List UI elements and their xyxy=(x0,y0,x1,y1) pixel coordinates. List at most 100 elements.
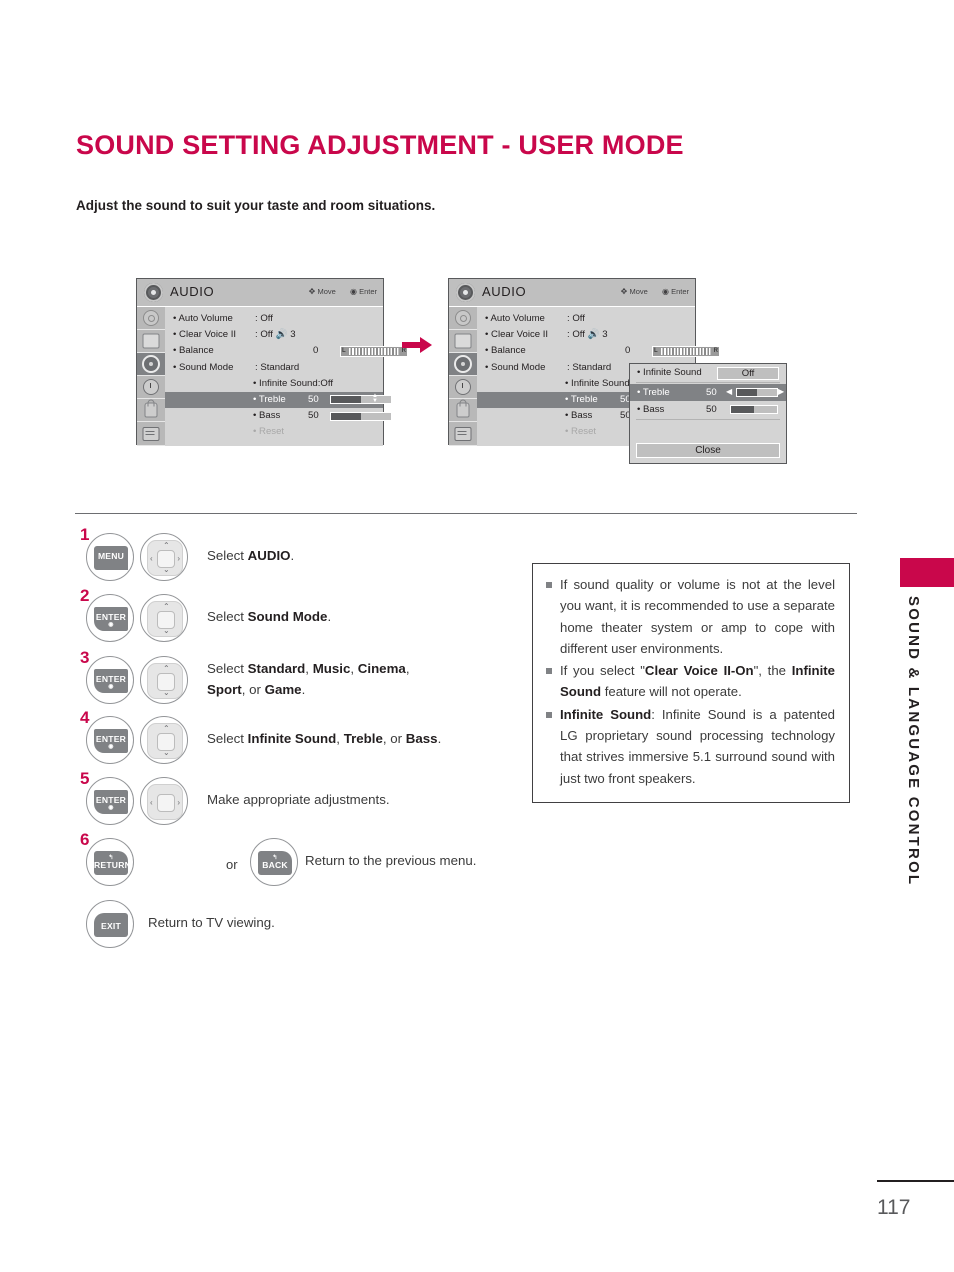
popup-row-infinite-sound[interactable]: • Infinite Sound Off xyxy=(630,364,786,381)
osd-menu-audio-primary: AUDIO ✥ Move ◉ Enter • Auto Volume : Off… xyxy=(136,278,408,446)
chevron-down-icon[interactable]: ⌄ xyxy=(163,689,170,697)
osd-row-label: • Treble xyxy=(565,393,598,405)
osd-tab-lock[interactable] xyxy=(449,399,477,423)
balance-gauge[interactable]: L R xyxy=(652,345,720,357)
right-caret-icon[interactable]: ▶ xyxy=(778,387,784,397)
osd-tab-time[interactable] xyxy=(449,376,477,400)
osd-row-infinite-sound[interactable]: • Infinite Sound:Off xyxy=(165,376,383,392)
remote-key-enter[interactable]: ENTER ◉ xyxy=(86,716,134,764)
osd-title: AUDIO xyxy=(482,284,527,299)
remote-key-enter[interactable]: ENTER ◉ xyxy=(86,594,134,642)
dpad-center[interactable] xyxy=(157,794,175,812)
exit-button[interactable]: EXIT xyxy=(94,913,128,937)
remote-dpad-updown[interactable]: ⌃ ⌄ xyxy=(140,594,188,642)
popup-bass-slider-fill xyxy=(731,406,754,413)
osd-row-sound-mode[interactable]: • Sound Mode : Standard xyxy=(165,360,383,376)
dpad[interactable]: ‹ › xyxy=(147,784,183,820)
popup-divider xyxy=(636,382,780,383)
remote-dpad-leftright[interactable]: ‹ › xyxy=(140,777,188,825)
osd-tab-option[interactable] xyxy=(137,422,165,446)
enter-button[interactable]: ENTER ◉ xyxy=(94,790,128,814)
osd-header: AUDIO ✥ Move ◉ Enter xyxy=(449,279,695,307)
menu-button[interactable]: MENU xyxy=(94,546,128,570)
osd-row-label: • Auto Volume xyxy=(485,313,545,324)
treble-slider[interactable] xyxy=(330,395,392,405)
bass-slider[interactable] xyxy=(330,411,392,421)
remote-key-enter[interactable]: ENTER ◉ xyxy=(86,656,134,704)
audio-logo-icon xyxy=(144,283,163,302)
chevron-down-icon[interactable]: ⌄ xyxy=(163,566,170,574)
osd-row-auto-volume[interactable]: • Auto Volume : Off xyxy=(477,311,695,327)
osd-row-auto-volume[interactable]: • Auto Volume : Off xyxy=(165,311,383,327)
chevron-up-icon[interactable]: ⌃ xyxy=(163,603,170,611)
picture-icon xyxy=(143,310,159,327)
osd-tab-audio[interactable] xyxy=(137,353,165,377)
popup-bass-slider[interactable] xyxy=(730,405,778,414)
enter-button[interactable]: ENTER ◉ xyxy=(94,669,128,693)
chevron-up-icon[interactable]: ⌃ xyxy=(163,725,170,733)
updown-arrows-icon[interactable]: ▲ ▼ xyxy=(371,393,379,406)
enter-dot-icon: ◉ xyxy=(108,622,114,628)
remote-dpad-updown[interactable]: ⌃ ⌄ xyxy=(140,656,188,704)
osd-tab-time[interactable] xyxy=(137,376,165,400)
osd-row-label: • Balance xyxy=(485,345,526,357)
back-button[interactable]: ↰ BACK xyxy=(258,851,292,875)
remote-key-back[interactable]: ↰ BACK xyxy=(250,838,298,886)
remote-dpad-fourway[interactable]: ⌃ ⌄ ‹ › xyxy=(140,533,188,581)
page-title: SOUND SETTING ADJUSTMENT - USER MODE xyxy=(76,130,684,160)
return-button[interactable]: ↰ RETURN xyxy=(94,851,132,875)
chevron-down-icon[interactable]: ⌄ xyxy=(163,749,170,757)
left-caret-icon[interactable]: ◀ xyxy=(726,387,732,397)
osd-tab-audio[interactable] xyxy=(449,353,477,377)
osd-treble-value: 50 xyxy=(308,393,319,405)
osd-row-treble[interactable]: • Treble 50 ▲ ▼ xyxy=(165,391,392,409)
remote-key-return[interactable]: ↰ RETURN xyxy=(86,838,134,886)
osd-row-label: • Auto Volume xyxy=(173,313,233,324)
enter-button[interactable]: ENTER ◉ xyxy=(94,607,128,631)
step-number: 1 xyxy=(80,525,90,544)
osd-tab-screen[interactable] xyxy=(137,330,165,354)
chevron-down-icon[interactable]: ⌄ xyxy=(163,627,170,635)
popup-row-bass[interactable]: • Bass 50 xyxy=(630,401,786,418)
enter-button[interactable]: ENTER ◉ xyxy=(94,729,128,753)
osd-tab-picture[interactable] xyxy=(137,307,165,331)
dpad[interactable]: ⌃ ⌄ xyxy=(147,601,183,637)
enter-dot-icon: ◉ xyxy=(661,287,669,296)
balance-gauge[interactable]: L R xyxy=(340,345,408,357)
dpad[interactable]: ⌃ ⌄ xyxy=(147,663,183,699)
popup-row-treble[interactable]: • Treble 50 ◀ ▶ xyxy=(630,384,786,401)
chevron-up-icon[interactable]: ⌃ xyxy=(163,665,170,673)
osd-row-clear-voice[interactable]: • Clear Voice II : Off 🔊 3 xyxy=(165,327,383,343)
osd-row-bass[interactable]: • Bass 50 xyxy=(165,408,392,424)
chevron-left-icon[interactable]: ‹ xyxy=(150,555,153,563)
popup-close-button[interactable]: Close xyxy=(636,443,780,458)
dpad[interactable]: ⌃ ⌄ xyxy=(147,723,183,759)
time-icon xyxy=(143,379,159,396)
osd-row-balance[interactable]: • Balance 0 L R xyxy=(165,343,408,359)
chevron-up-icon[interactable]: ⌃ xyxy=(163,542,170,550)
return-button-label: RETURN xyxy=(94,860,132,870)
osd-tab-option[interactable] xyxy=(449,422,477,446)
popup-treble-slider[interactable] xyxy=(736,388,778,397)
step-description: Select Sound Mode. xyxy=(207,609,332,624)
remote-dpad-updown[interactable]: ⌃ ⌄ xyxy=(140,716,188,764)
osd-row-clear-voice[interactable]: • Clear Voice II : Off 🔊 3 xyxy=(477,327,695,343)
osd-row-balance[interactable]: • Balance 0 L R xyxy=(477,343,720,359)
osd-row-reset[interactable]: • Reset xyxy=(165,424,383,440)
osd-row-label: • Clear Voice II xyxy=(485,329,549,341)
step-number: 4 xyxy=(80,708,90,727)
chevron-right-icon[interactable]: › xyxy=(177,555,180,563)
osd-tab-picture[interactable] xyxy=(449,307,477,331)
remote-key-enter[interactable]: ENTER ◉ xyxy=(86,777,134,825)
chevron-left-icon[interactable]: ‹ xyxy=(150,799,153,807)
balance-ticks xyxy=(661,347,711,355)
osd-tab-screen[interactable] xyxy=(449,330,477,354)
dpad[interactable]: ⌃ ⌄ ‹ › xyxy=(147,540,183,576)
intro-text: Adjust the sound to suit your taste and … xyxy=(76,198,436,213)
remote-key-exit[interactable]: EXIT xyxy=(86,900,134,948)
infinite-sound-toggle[interactable]: Off xyxy=(717,366,779,380)
footer-rule xyxy=(877,1180,954,1182)
chevron-right-icon[interactable]: › xyxy=(177,799,180,807)
osd-tab-lock[interactable] xyxy=(137,399,165,423)
remote-key-menu[interactable]: MENU xyxy=(86,533,134,581)
